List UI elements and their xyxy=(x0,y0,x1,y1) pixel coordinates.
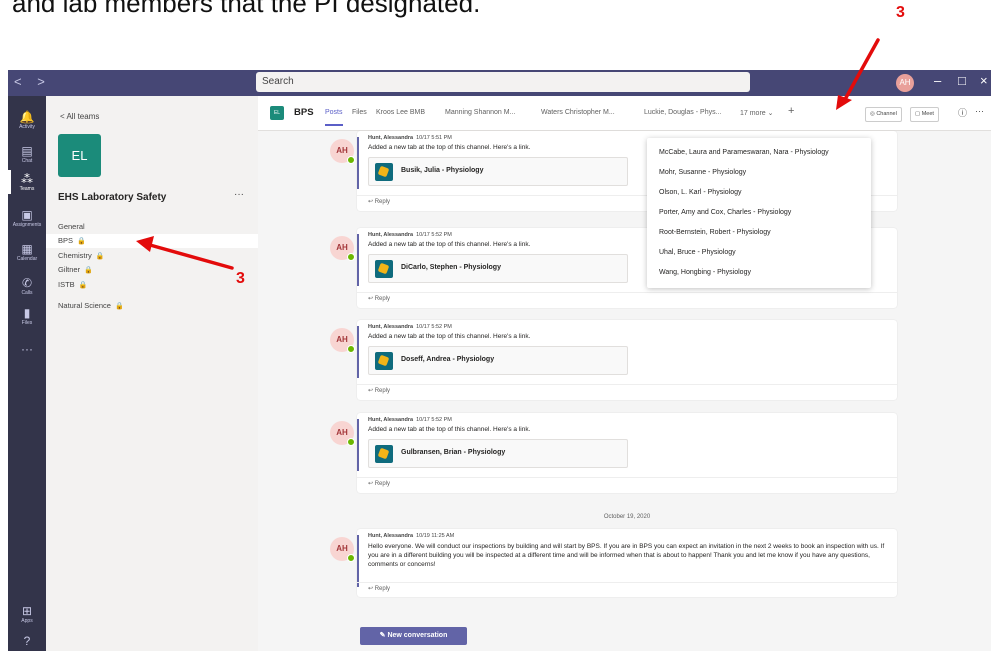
annotation-arrow-left xyxy=(148,243,234,270)
annotation-arrow-top xyxy=(841,38,880,105)
annotation-number-top: 3 xyxy=(896,4,905,21)
annotation-arrowhead-left xyxy=(136,236,154,252)
annotation-arrows xyxy=(136,38,880,270)
annotation-number-left: 3 xyxy=(236,270,245,287)
annotation-arrowhead-top xyxy=(836,95,852,110)
